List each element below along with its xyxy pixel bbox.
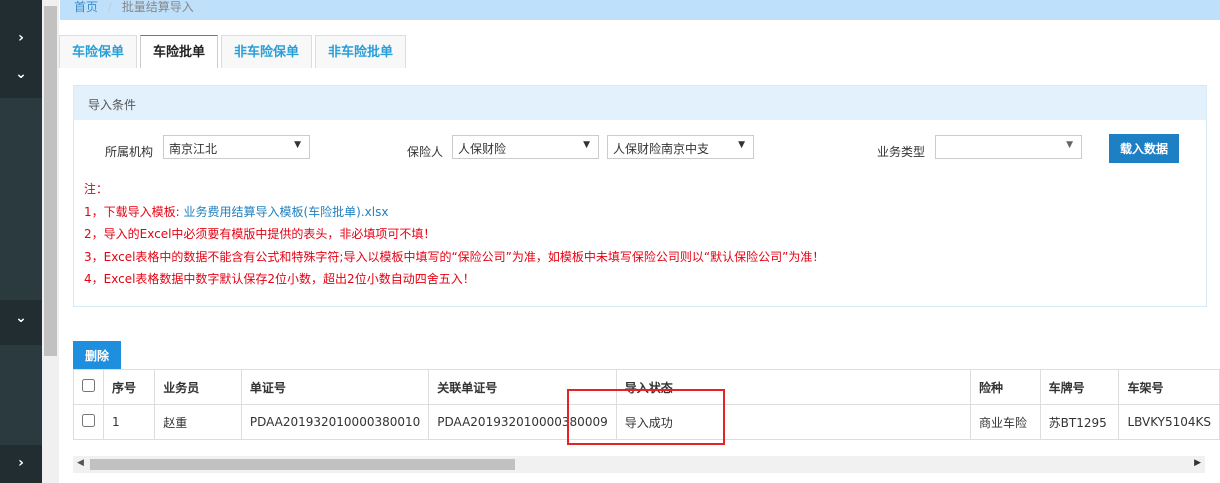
biz-type-select[interactable]: ▼ bbox=[935, 135, 1082, 159]
highlight-box bbox=[567, 389, 725, 445]
insurer-label: 保险人 bbox=[407, 145, 444, 159]
tab-nonauto-policy[interactable]: 非车险保单 bbox=[221, 35, 313, 68]
org-label: 所属机构 bbox=[105, 145, 154, 159]
org-select[interactable]: 南京江北 ▼ bbox=[163, 135, 310, 159]
tab-nonauto-endorsement[interactable]: 非车险批单 bbox=[315, 35, 407, 68]
chevron-down-icon[interactable]: ⌄ bbox=[0, 310, 42, 326]
horizontal-scrollbar[interactable]: ◀ ▶ bbox=[73, 456, 1205, 473]
breadcrumb-current: 批量结算导入 bbox=[121, 0, 194, 14]
branch-select[interactable]: 人保财险南京中支 ▼ bbox=[607, 135, 754, 159]
breadcrumb: 首页 / 批量结算导入 bbox=[60, 0, 1220, 20]
caret-down-icon: ▼ bbox=[583, 140, 590, 150]
scroll-right-icon: ▶ bbox=[1194, 458, 1201, 468]
import-notes: 注： 1，下载导入模板: 业务费用结算导入模板(车险批单).xlsx 2，导入的… bbox=[84, 182, 825, 286]
load-data-button[interactable]: 载入数据 bbox=[1109, 134, 1180, 163]
chevron-right-icon[interactable]: › bbox=[0, 30, 42, 46]
caret-down-icon: ▼ bbox=[294, 140, 301, 150]
chevron-down-icon[interactable]: ⌄ bbox=[0, 66, 42, 82]
insurer-select[interactable]: 人保财险 ▼ bbox=[452, 135, 599, 159]
delete-button[interactable]: 删除 bbox=[73, 341, 122, 370]
caret-down-icon: ▼ bbox=[738, 140, 745, 150]
biz-type-label: 业务类型 bbox=[877, 145, 926, 159]
template-download-link[interactable]: 业务费用结算导入模板(车险批单).xlsx bbox=[184, 205, 389, 219]
panel-title: 导入条件 bbox=[74, 86, 1206, 120]
row-checkbox[interactable] bbox=[82, 414, 95, 427]
import-conditions-panel: 导入条件 所属机构 南京江北 ▼ 保险人 人保财险 ▼ 人保财险南京中支 ▼ 业务类型… bbox=[73, 85, 1207, 307]
tab-auto-policy[interactable]: 车险保单 bbox=[59, 35, 138, 68]
tab-auto-endorsement[interactable]: 车险批单 bbox=[140, 35, 219, 68]
vertical-scrollbar[interactable] bbox=[42, 0, 59, 483]
tab-bar: 车险保单 车险批单 非车险保单 非车险批单 bbox=[59, 35, 407, 68]
select-all-checkbox[interactable] bbox=[82, 379, 95, 392]
sidebar-top bbox=[0, 0, 42, 98]
breadcrumb-home[interactable]: 首页 bbox=[74, 0, 98, 14]
sidebar: › ⌄ ⌄ › bbox=[0, 0, 42, 483]
chevron-right-icon[interactable]: › bbox=[0, 455, 42, 471]
scroll-left-icon: ◀ bbox=[77, 458, 84, 468]
caret-down-icon: ▼ bbox=[1066, 140, 1073, 150]
